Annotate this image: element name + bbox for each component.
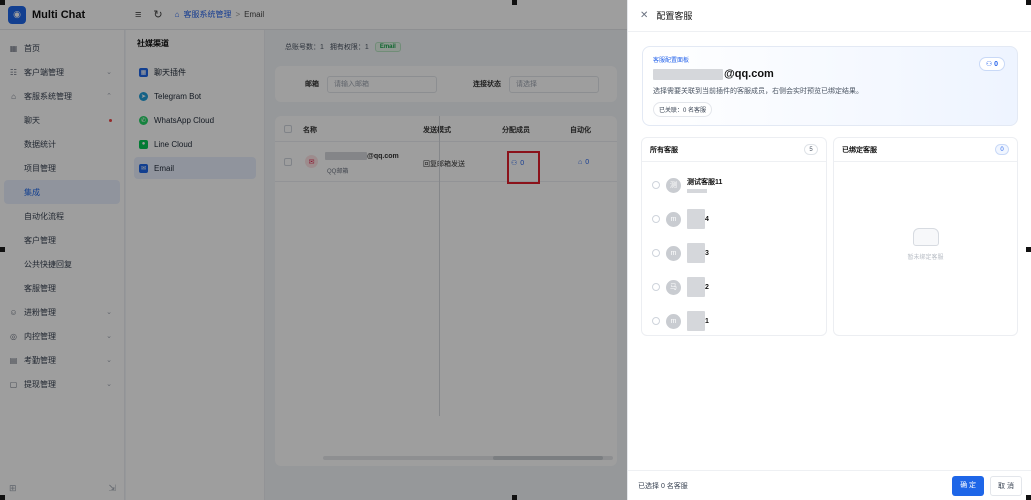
users-icon: ⚇ — [985, 61, 995, 68]
all-agents-count: 5 — [804, 144, 818, 155]
all-agents-panel: 所有客服 5 测 测试客服11 m 4 m 3 马 2 m 1 — [641, 137, 827, 336]
agent-name: 测试客服11 — [687, 179, 723, 186]
avatar: 测 — [666, 177, 681, 193]
bound-agents-count: 0 — [995, 144, 1009, 155]
linked-count-badge: ⚇ 0 — [978, 57, 1005, 71]
agent-item[interactable]: 测 测试客服11 — [642, 168, 826, 202]
app-root: ◉ Multi Chat ≡ ↻ ⌂ 客服系统管理 > Email ▦ 首页 ☷ 客… — [0, 0, 1031, 500]
frame-handle — [512, 495, 517, 500]
empty-state-text: 暂未绑定客服 — [907, 255, 944, 261]
linked-count-chip: 已关联：0 名客服 — [653, 102, 713, 117]
agent-radio[interactable] — [652, 317, 660, 325]
agent-item[interactable]: m 3 — [642, 236, 826, 270]
drawer-title: 配置客服 — [656, 11, 693, 21]
avatar: m — [666, 313, 681, 329]
agent-name: 3 — [705, 249, 709, 257]
confirm-button[interactable]: 确 定 — [952, 475, 985, 496]
frame-handle — [1026, 0, 1031, 5]
agent-name: 1 — [705, 317, 709, 325]
empty-state: 暂未绑定客服 — [834, 228, 1017, 261]
all-agents-title: 所有客服 — [650, 146, 678, 154]
bound-agents-panel: 已绑定客服 0 暂未绑定客服 — [833, 137, 1018, 336]
agent-name: 4 — [705, 215, 709, 223]
avatar: m — [666, 211, 681, 227]
summary-label: 客服配置面板 — [653, 58, 690, 64]
modal-overlay[interactable] — [0, 0, 627, 500]
summary-email: @qq.com — [653, 68, 1007, 80]
config-summary-card: 客服配置面板 @qq.com 选择需要关联到当前插件的客服成员，右侧会实时预览已… — [642, 46, 1018, 126]
close-icon[interactable]: ✕ — [640, 10, 648, 21]
drawer-header: ✕ 配置客服 — [628, 0, 1031, 32]
summary-description: 选择需要关联到当前插件的客服成员，右侧会实时预览已绑定结果。 — [653, 88, 863, 95]
frame-handle — [1026, 247, 1031, 252]
agent-radio[interactable] — [652, 215, 660, 223]
avatar: m — [666, 245, 681, 261]
agent-item[interactable]: 马 2 — [642, 270, 826, 304]
frame-handle — [0, 495, 5, 500]
selected-count: 已选择 0 名客服 — [638, 482, 688, 490]
cancel-button[interactable]: 取 消 — [990, 475, 1022, 496]
agent-radio[interactable] — [652, 249, 660, 257]
frame-handle — [512, 0, 517, 5]
config-drawer: ✕ 配置客服 客服配置面板 @qq.com 选择需要关联到当前插件的客服成员，右… — [627, 0, 1031, 500]
agent-item[interactable]: m 1 — [642, 304, 826, 338]
frame-handle — [0, 247, 5, 252]
agent-radio[interactable] — [652, 283, 660, 291]
frame-handle — [1026, 495, 1031, 500]
drawer-footer: 已选择 0 名客服 确 定 取 消 — [628, 470, 1031, 500]
agent-item[interactable]: m 4 — [642, 202, 826, 236]
empty-box-icon — [912, 228, 939, 246]
bound-agents-title: 已绑定客服 — [842, 146, 877, 154]
avatar: 马 — [666, 279, 681, 295]
agent-name: 2 — [705, 283, 709, 291]
frame-handle — [0, 0, 5, 5]
agent-radio[interactable] — [652, 181, 660, 189]
